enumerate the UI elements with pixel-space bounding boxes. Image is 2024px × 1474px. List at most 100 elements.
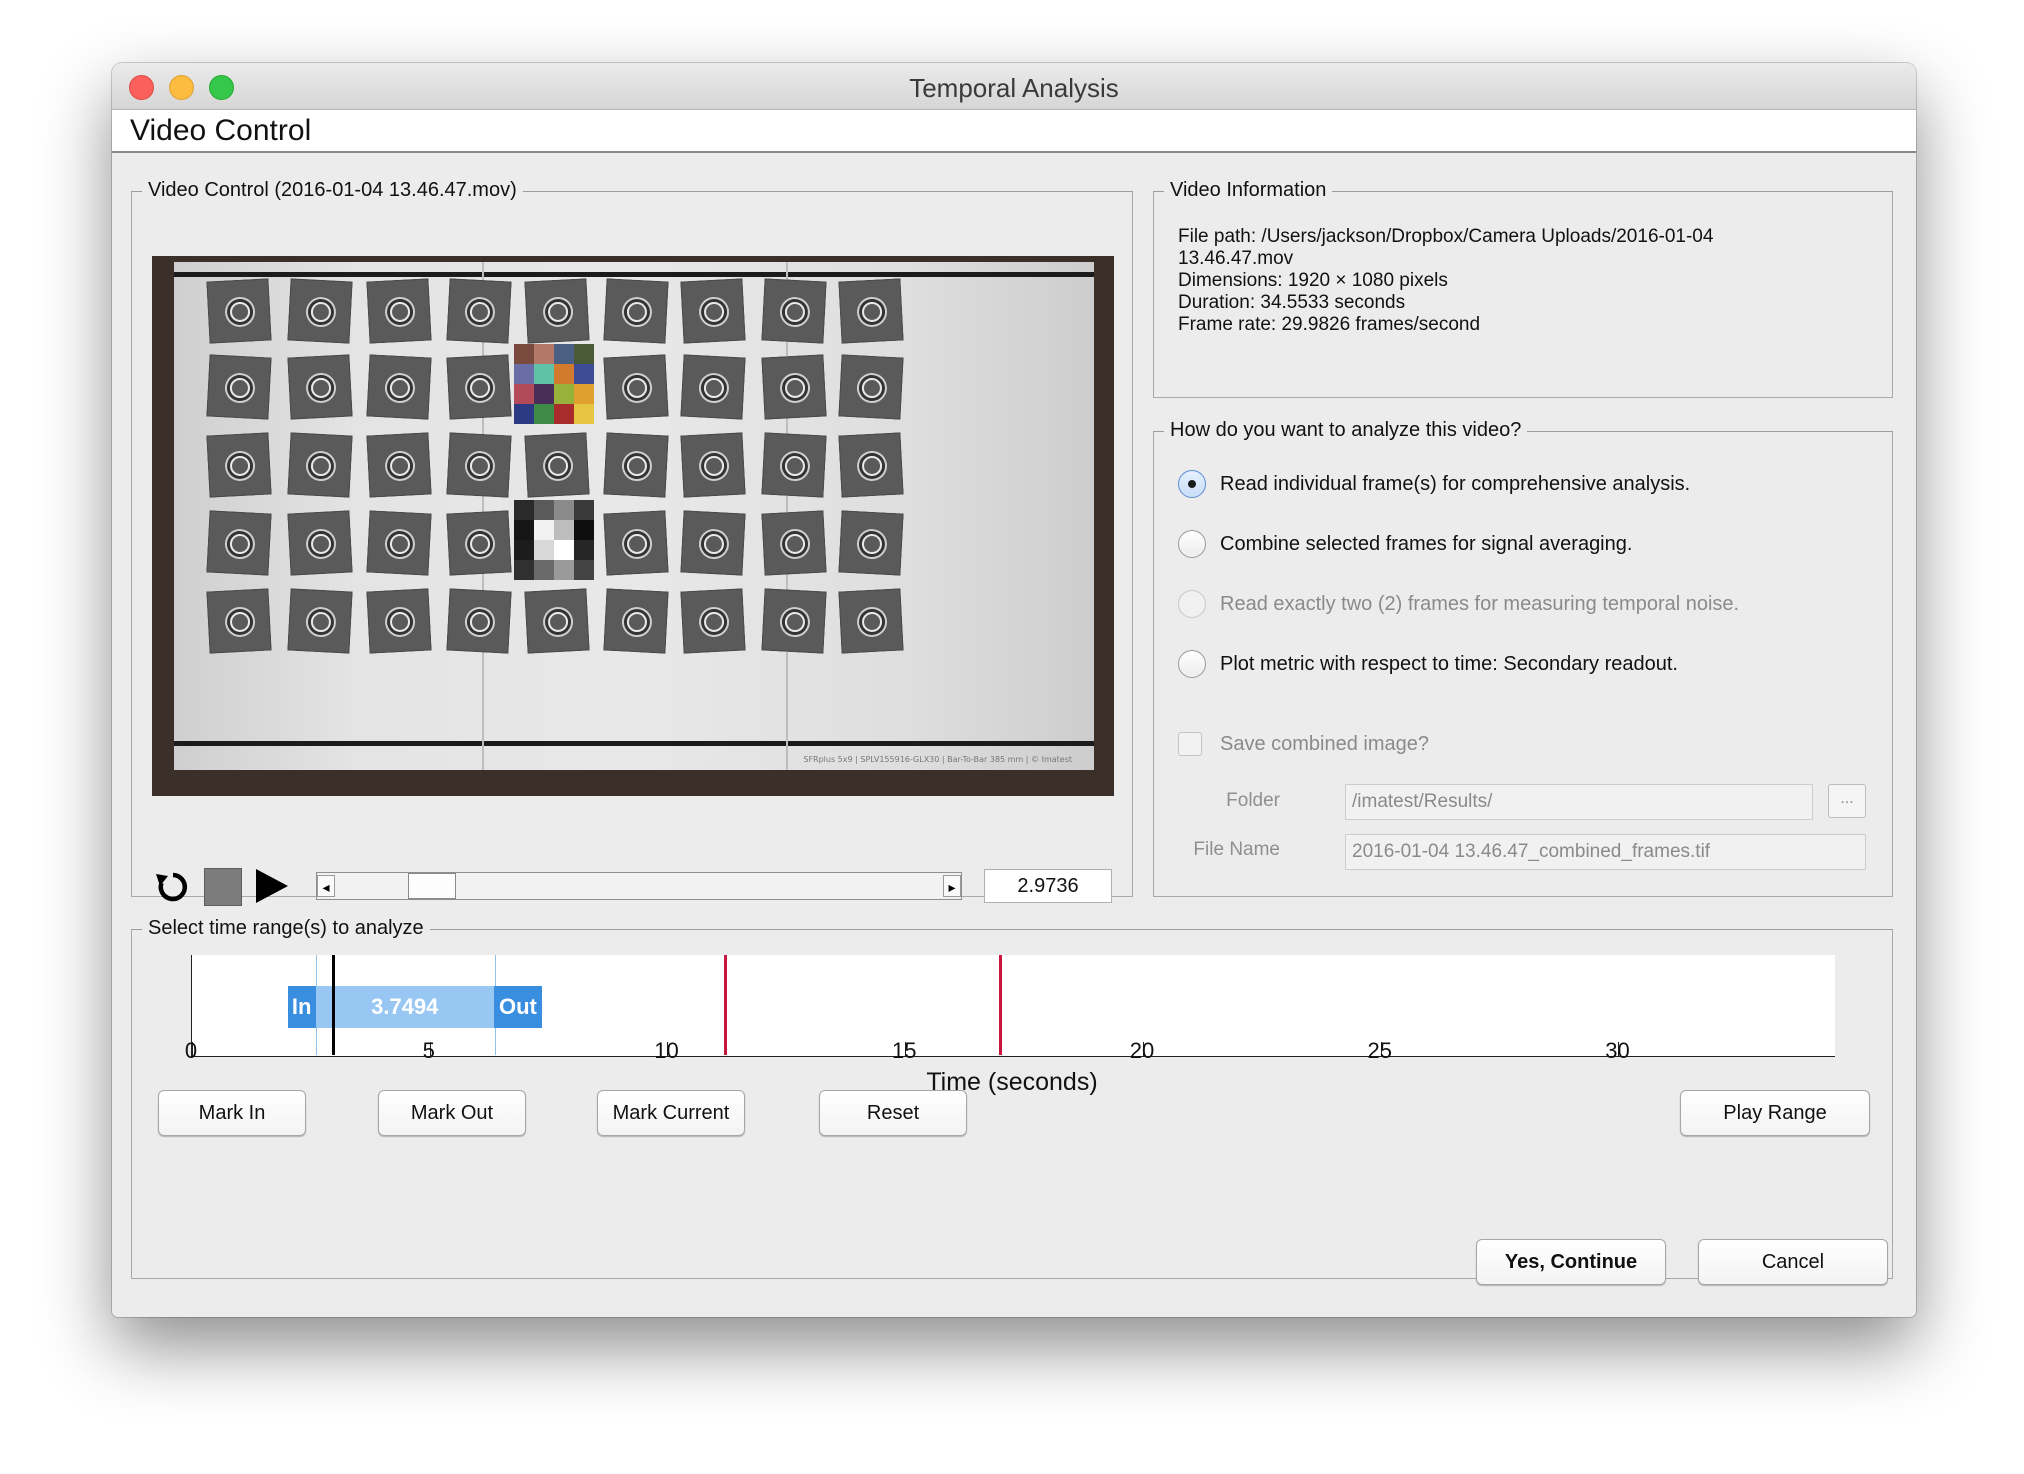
chart-target-tile xyxy=(287,588,353,654)
current-time-field[interactable]: 2.9736 xyxy=(984,869,1112,903)
chart-target-tile xyxy=(287,354,353,420)
timeline-tick-label: 15 xyxy=(891,1038,917,1063)
time-mark-line[interactable] xyxy=(723,955,727,1055)
continue-button[interactable]: Yes, Continue xyxy=(1476,1239,1666,1285)
title-bar: Temporal Analysis xyxy=(112,63,1916,110)
play-button[interactable] xyxy=(256,869,288,903)
mark-in-button[interactable]: Mark In xyxy=(158,1090,306,1136)
timeline-plot[interactable]: In 3.7494 Out xyxy=(191,955,1835,1057)
color-patch xyxy=(574,344,594,364)
timeline-tick-label: 0 xyxy=(184,1038,198,1063)
chart-target-tile xyxy=(680,354,746,420)
gray-patch xyxy=(514,520,534,540)
chart-target-tile xyxy=(524,278,590,344)
gray-checker-patches xyxy=(514,500,594,580)
radio-button xyxy=(1178,590,1206,618)
chart-target-tile xyxy=(206,588,272,654)
gray-patch xyxy=(554,520,574,540)
option-label: Read individual frame(s) for comprehensi… xyxy=(1220,472,1691,495)
color-patch xyxy=(554,344,574,364)
timeline-tick-label: 10 xyxy=(654,1038,679,1063)
chart-target-tile xyxy=(761,354,827,420)
chart-target-tile xyxy=(524,432,590,498)
chart-target-tile xyxy=(838,432,904,498)
scrubber-right-arrow[interactable]: ▸ xyxy=(943,875,961,897)
color-checker-patches xyxy=(514,344,594,424)
chart-target-tile xyxy=(838,588,904,654)
folder-field: /imatest/Results/ xyxy=(1345,784,1813,820)
chart-target-tile xyxy=(287,432,353,498)
option-comprehensive[interactable]: Read individual frame(s) for comprehensi… xyxy=(1178,467,1690,501)
gray-patch xyxy=(554,500,574,520)
video-information-panel: Video Information File path: /Users/jack… xyxy=(1153,179,1893,398)
tab-video-control[interactable]: Video Control xyxy=(130,114,311,148)
color-patch xyxy=(514,384,534,404)
color-patch xyxy=(554,404,574,424)
chart-target-tile xyxy=(206,510,272,576)
info-line: Duration: 34.5533 seconds xyxy=(1178,292,1406,313)
chart-target-tile xyxy=(524,588,590,654)
save-combined-checkbox xyxy=(1178,732,1202,756)
chart-target-tile xyxy=(761,278,827,344)
play-range-button[interactable]: Play Range xyxy=(1680,1090,1870,1136)
info-line: 13.46.47.mov xyxy=(1178,248,1294,269)
timeline-tick-label: 5 xyxy=(422,1038,435,1063)
radio-button[interactable] xyxy=(1178,530,1206,558)
chart-target-tile xyxy=(680,278,746,344)
gray-patch xyxy=(534,500,554,520)
loop-icon[interactable] xyxy=(154,868,192,906)
timeline-tick-label: 25 xyxy=(1367,1038,1392,1063)
tab-bar: Video Control xyxy=(112,110,1916,153)
color-patch xyxy=(534,384,554,404)
filename-field: 2016-01-04 13.46.47_combined_frames.tif xyxy=(1345,834,1866,870)
info-line: File path: /Users/jackson/Dropbox/Camera… xyxy=(1178,226,1714,247)
reset-button[interactable]: Reset xyxy=(819,1090,967,1136)
stop-button[interactable] xyxy=(204,868,242,906)
analysis-options-title: How do you want to analyze this video? xyxy=(1164,419,1528,442)
mark-current-button[interactable]: Mark Current xyxy=(597,1090,745,1136)
timeline-tick-label: 20 xyxy=(1129,1038,1155,1063)
color-patch xyxy=(554,364,574,384)
chart-target-tile xyxy=(761,510,827,576)
chart-target-tile xyxy=(287,278,353,344)
scrubber-left-arrow[interactable]: ◂ xyxy=(317,875,335,897)
browse-folder-button: ... xyxy=(1828,784,1866,818)
chart-target-tile xyxy=(680,432,746,498)
video-control-panel: Video Control (2016-01-04 13.46.47.mov) … xyxy=(131,179,1133,906)
range-in-handle[interactable]: In xyxy=(287,986,316,1028)
option-signal-averaging[interactable]: Combine selected frames for signal avera… xyxy=(1178,527,1632,561)
chart-target-tile xyxy=(206,432,272,498)
video-scrubber[interactable]: ◂ ▸ xyxy=(316,872,962,900)
mark-out-button[interactable]: Mark Out xyxy=(378,1090,526,1136)
test-chart-image: SFRplus 5x9 | SPLV155916-GLX30 | Bar-To-… xyxy=(174,262,1094,770)
time-mark-line[interactable] xyxy=(999,955,1003,1055)
current-time-marker[interactable] xyxy=(332,955,336,1055)
option-plot-metric[interactable]: Plot metric with respect to time: Second… xyxy=(1178,647,1678,681)
analysis-options-panel: How do you want to analyze this video? R… xyxy=(1153,419,1893,897)
chart-target-tile xyxy=(680,510,746,576)
cancel-button[interactable]: Cancel xyxy=(1698,1239,1888,1285)
range-out-handle[interactable]: Out xyxy=(493,986,542,1028)
radio-button[interactable] xyxy=(1178,470,1206,498)
range-duration-label[interactable]: 3.7494 xyxy=(315,986,494,1028)
gray-patch xyxy=(514,560,534,580)
chart-target-tile xyxy=(838,278,904,344)
radio-button[interactable] xyxy=(1178,650,1206,678)
video-information-title: Video Information xyxy=(1164,179,1333,202)
chart-target-tile xyxy=(366,432,432,498)
gray-patch xyxy=(574,500,594,520)
chart-target-tile xyxy=(680,588,746,654)
chart-target-tile xyxy=(446,588,512,654)
scrubber-thumb[interactable] xyxy=(408,873,457,899)
color-patch xyxy=(574,404,594,424)
chart-target-tile xyxy=(366,278,432,344)
chart-target-tile xyxy=(761,432,827,498)
save-combined-label: Save combined image? xyxy=(1220,732,1430,755)
chart-target-tile xyxy=(287,510,353,576)
chart-target-tile xyxy=(446,278,512,344)
gray-patch xyxy=(554,540,574,560)
color-patch xyxy=(534,404,554,424)
chart-target-tile xyxy=(603,588,669,654)
window-title: Temporal Analysis xyxy=(909,73,1119,103)
color-patch xyxy=(574,384,594,404)
